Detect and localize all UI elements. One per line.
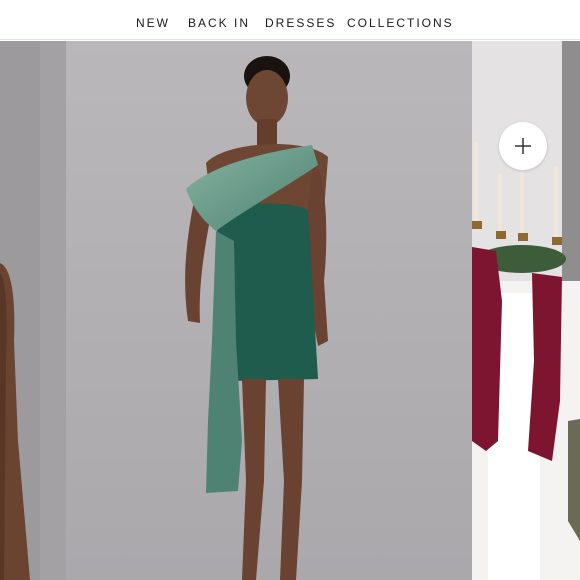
nav-item-collections[interactable]: COLLECTIONS xyxy=(347,16,454,30)
model-green-drape-dress-photo xyxy=(66,41,472,580)
nav-item-dresses[interactable]: DRESSES xyxy=(265,16,336,30)
plus-icon xyxy=(515,138,531,154)
carousel-slide-main[interactable] xyxy=(66,41,472,580)
add-button[interactable] xyxy=(499,122,547,170)
image-carousel[interactable] xyxy=(0,41,580,580)
nav-item-back-in[interactable]: BACK IN xyxy=(188,16,250,30)
model-partial-left-photo xyxy=(0,41,66,580)
nav-item-new[interactable]: NEW xyxy=(136,16,170,30)
top-navigation: NEW BACK IN DRESSES COLLECTIONS xyxy=(0,0,580,40)
carousel-slide-left[interactable] xyxy=(0,41,66,580)
